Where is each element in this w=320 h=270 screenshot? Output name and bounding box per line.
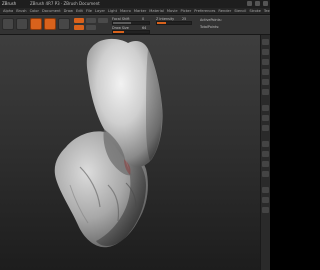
frame-button[interactable] (262, 141, 269, 147)
menu-item-file[interactable]: File (86, 8, 92, 14)
mrgb-toggle[interactable] (74, 18, 84, 23)
floor-button[interactable] (262, 115, 269, 121)
menu-item-marker[interactable]: Marker (134, 8, 146, 14)
scroll-button[interactable] (262, 59, 269, 65)
lightbox-button[interactable] (16, 18, 28, 30)
aahalf-button[interactable] (262, 89, 269, 95)
bpr-button[interactable] (262, 39, 269, 45)
total-points-label: TotalPoints: (200, 25, 220, 29)
menu-item-light[interactable]: Light (108, 8, 117, 14)
rgb-toggle[interactable] (86, 18, 96, 23)
maximize-button[interactable] (255, 1, 260, 6)
menu-item-macro[interactable]: Macro (120, 8, 131, 14)
persp-button[interactable] (262, 105, 269, 111)
polyf-button[interactable] (262, 187, 269, 193)
edit-button[interactable] (30, 18, 42, 30)
menu-item-picker[interactable]: Picker (181, 8, 192, 14)
menu-item-draw[interactable]: Draw (64, 8, 73, 14)
zoom-button[interactable] (262, 69, 269, 75)
move-view-button[interactable] (262, 151, 269, 157)
menu-item-movie[interactable]: Movie (167, 8, 178, 14)
menu-item-material[interactable]: Material (149, 8, 164, 14)
menu-item-edit[interactable]: Edit (76, 8, 83, 14)
rotate-view-button[interactable] (262, 171, 269, 177)
m-toggle[interactable] (98, 18, 108, 23)
minimize-button[interactable] (247, 1, 252, 6)
zsub-toggle[interactable] (86, 25, 96, 30)
menu-item-layer[interactable]: Layer (95, 8, 105, 14)
move-button[interactable] (58, 18, 70, 30)
sculpt-model[interactable] (0, 35, 261, 270)
menu-item-preferences[interactable]: Preferences (194, 8, 215, 14)
app-name: ZBrush (2, 1, 17, 6)
solo-button[interactable] (262, 207, 269, 213)
menu-bar: Alpha Brush Color Document Draw Edit File Layer… (0, 8, 270, 15)
menu-item-texture[interactable]: Texture (264, 8, 270, 14)
tool-strip: Focal Shift 0 Draw Size 64 Z Intensity 2… (0, 16, 270, 35)
draw-size-slider[interactable] (112, 30, 150, 34)
zadd-toggle[interactable] (74, 25, 84, 30)
spix-button[interactable] (262, 49, 269, 55)
z-intensity-slider[interactable] (156, 21, 192, 25)
menu-item-stencil[interactable]: Stencil (234, 8, 246, 14)
menu-item-brush[interactable]: Brush (16, 8, 26, 14)
menu-item-alpha[interactable]: Alpha (3, 8, 13, 14)
projection-master-button[interactable] (2, 18, 14, 30)
local-button[interactable] (262, 125, 269, 131)
draw-button[interactable] (44, 18, 56, 30)
window-controls (247, 1, 268, 6)
menu-item-stroke[interactable]: Stroke (249, 8, 260, 14)
menu-item-document[interactable]: Document (42, 8, 61, 14)
transp-button[interactable] (262, 197, 269, 203)
close-button[interactable] (263, 1, 268, 6)
actual-button[interactable] (262, 79, 269, 85)
right-icon-shelf (260, 35, 270, 270)
focal-shift-slider[interactable] (112, 21, 150, 25)
menu-item-color[interactable]: Color (30, 8, 39, 14)
viewport-canvas[interactable] (0, 35, 261, 270)
zbrush-window: ZBrush ZBrush 4R7 P3 · ZBrush Document A… (0, 0, 270, 270)
scale-view-button[interactable] (262, 161, 269, 167)
active-points-label: ActivePoints: (200, 18, 222, 22)
window-title: ZBrush 4R7 P3 · ZBrush Document (30, 1, 100, 6)
menu-item-render[interactable]: Render (218, 8, 231, 14)
